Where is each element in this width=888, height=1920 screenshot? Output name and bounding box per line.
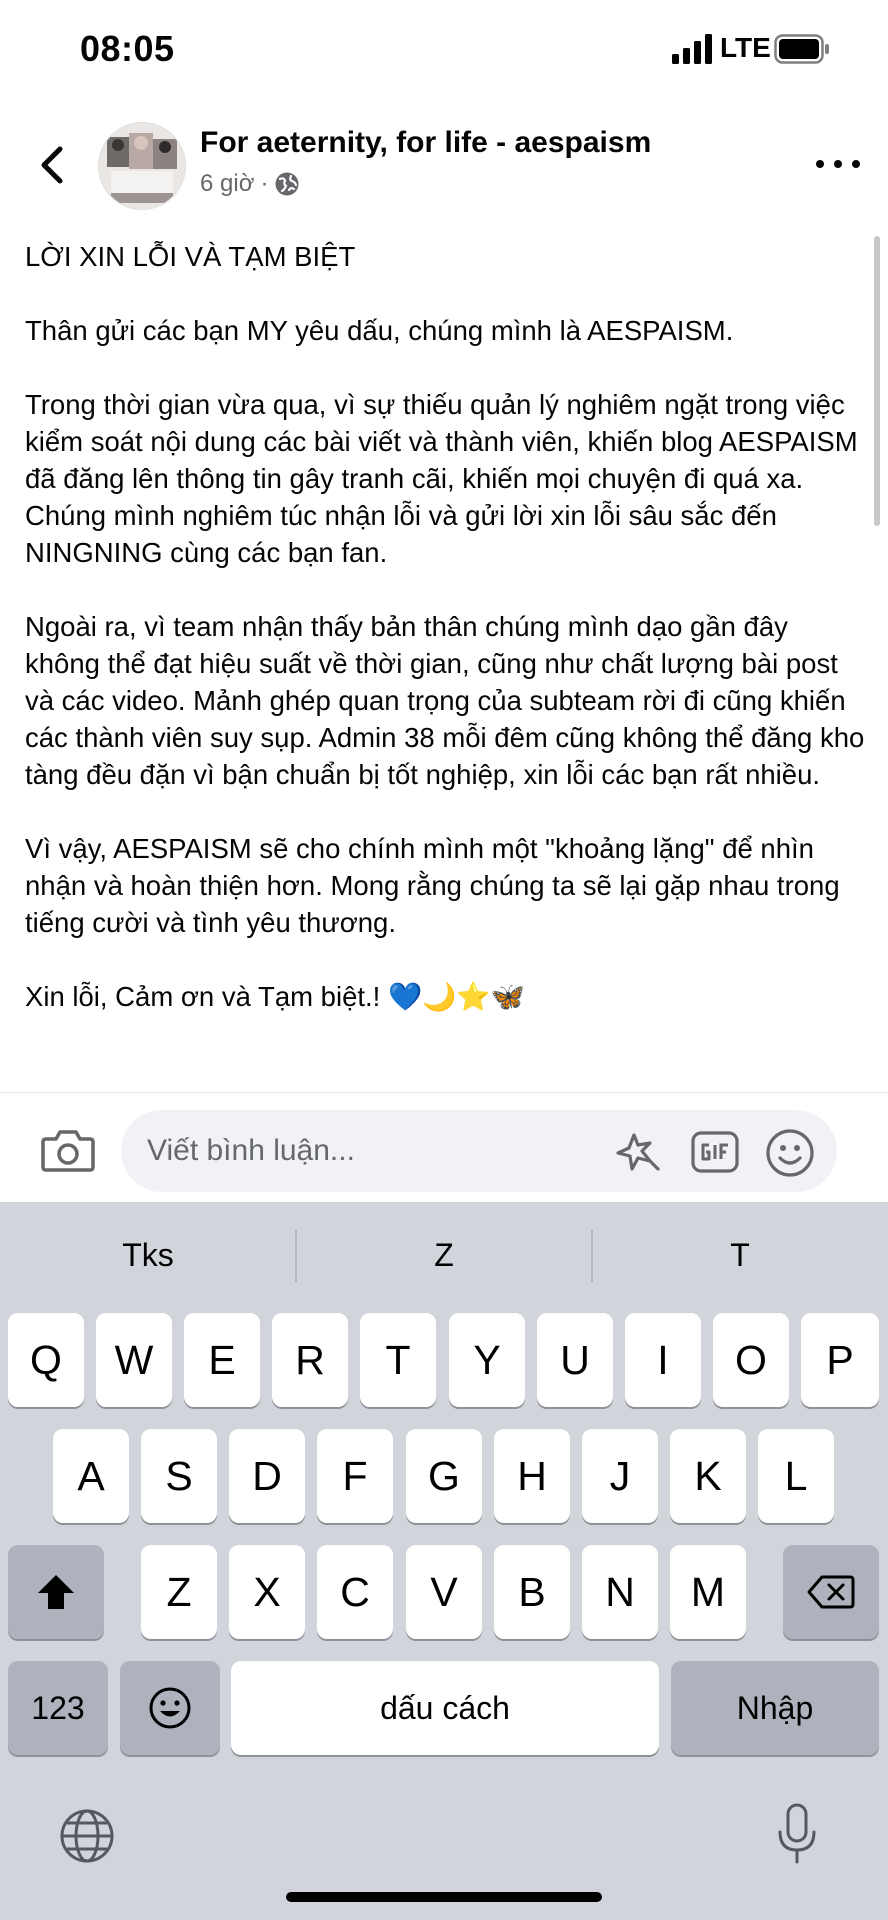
numbers-key[interactable]: 123 (8, 1661, 108, 1755)
post-meta: 6 giờ · (200, 170, 300, 198)
key-m[interactable]: M (670, 1545, 746, 1639)
key-n[interactable]: N (582, 1545, 658, 1639)
key-i[interactable]: I (625, 1313, 701, 1407)
post-title: LỜI XIN LỖI VÀ TẠM BIỆT (25, 241, 356, 272)
key-q[interactable]: Q (8, 1313, 84, 1407)
gif-icon (691, 1131, 739, 1173)
key-k[interactable]: K (670, 1429, 746, 1523)
post-paragraph: Trong thời gian vừa qua, vì sự thiếu quả… (25, 389, 858, 568)
shift-key[interactable] (8, 1545, 104, 1639)
space-key[interactable]: dấu cách (231, 1661, 659, 1755)
home-indicator[interactable] (286, 1892, 602, 1902)
back-icon (41, 146, 63, 184)
key-g[interactable]: G (406, 1429, 482, 1523)
avatar-sticker-icon (616, 1133, 660, 1171)
emoji-icon (766, 1129, 814, 1177)
more-options-button[interactable] (816, 146, 860, 182)
key-l[interactable]: L (758, 1429, 834, 1523)
camera-button[interactable] (40, 1125, 96, 1175)
key-z[interactable]: Z (141, 1545, 217, 1639)
post-paragraph: Vì vậy, AESPAISM sẽ cho chính mình một "… (25, 833, 840, 938)
key-t[interactable]: T (360, 1313, 436, 1407)
key-p[interactable]: P (801, 1313, 879, 1407)
backspace-key[interactable] (783, 1545, 879, 1639)
suggestion-1[interactable]: Tks (0, 1202, 296, 1308)
network-label: LTE (720, 32, 771, 63)
page-avatar[interactable] (98, 122, 186, 210)
key-d[interactable]: D (229, 1429, 305, 1523)
key-s[interactable]: S (141, 1429, 217, 1523)
status-time: 08:05 (80, 28, 175, 69)
keyboard: Tks Z T Q W E R T Y U I O P A S D F G H … (0, 1202, 888, 1920)
emoji-keyboard-key[interactable] (120, 1661, 220, 1755)
page-name[interactable]: For aeternity, for life - aespaism (200, 126, 651, 160)
key-b[interactable]: B (494, 1545, 570, 1639)
status-bar: 08:05 LTE (0, 0, 888, 100)
key-j[interactable]: J (582, 1429, 658, 1523)
suggestion-2[interactable]: Z (296, 1202, 592, 1308)
microphone-icon[interactable] (776, 1802, 818, 1866)
globe-icon (275, 172, 299, 196)
meta-separator: · (260, 170, 269, 197)
key-f[interactable]: F (317, 1429, 393, 1523)
key-c[interactable]: C (317, 1545, 393, 1639)
key-r[interactable]: R (272, 1313, 348, 1407)
key-a[interactable]: A (53, 1429, 129, 1523)
more-icon-dot (834, 160, 842, 168)
comment-bar (0, 1092, 888, 1203)
suggestion-3[interactable]: T (592, 1202, 888, 1308)
avatar-sticker-button[interactable] (612, 1129, 664, 1177)
gif-button[interactable] (690, 1129, 740, 1175)
return-key[interactable]: Nhập (671, 1661, 879, 1755)
avatar-image (99, 123, 185, 209)
key-h[interactable]: H (494, 1429, 570, 1523)
post-paragraph: Ngoài ra, vì team nhận thấy bản thân chú… (25, 611, 865, 790)
key-w[interactable]: W (96, 1313, 172, 1407)
camera-icon (41, 1130, 95, 1172)
emoji-button[interactable] (764, 1127, 816, 1179)
post-timestamp[interactable]: 6 giờ (200, 170, 254, 198)
post-body: LỜI XIN LỖI VÀ TẠM BIỆT Thân gửi các bạn… (25, 238, 870, 1098)
post-paragraph: Thân gửi các bạn MY yêu dấu, chúng mình … (25, 315, 734, 346)
scrollbar[interactable] (874, 236, 880, 526)
key-y[interactable]: Y (449, 1313, 525, 1407)
suggestion-bar: Tks Z T (0, 1202, 888, 1308)
key-v[interactable]: V (406, 1545, 482, 1639)
shift-icon (38, 1575, 74, 1609)
key-o[interactable]: O (713, 1313, 789, 1407)
key-x[interactable]: X (229, 1545, 305, 1639)
more-icon-dot (852, 160, 860, 168)
emoji-keyboard-icon (149, 1687, 191, 1729)
post-paragraph: Xin lỗi, Cảm ơn và Tạm biệt.! 💙🌙⭐🦋 (25, 981, 525, 1012)
more-icon (816, 160, 824, 168)
backspace-icon (807, 1575, 855, 1609)
globe-keyboard-icon[interactable] (58, 1807, 116, 1865)
key-e[interactable]: E (184, 1313, 260, 1407)
key-u[interactable]: U (537, 1313, 613, 1407)
back-button[interactable] (30, 140, 74, 190)
battery-icon (774, 34, 829, 64)
signal-icon (672, 34, 712, 64)
